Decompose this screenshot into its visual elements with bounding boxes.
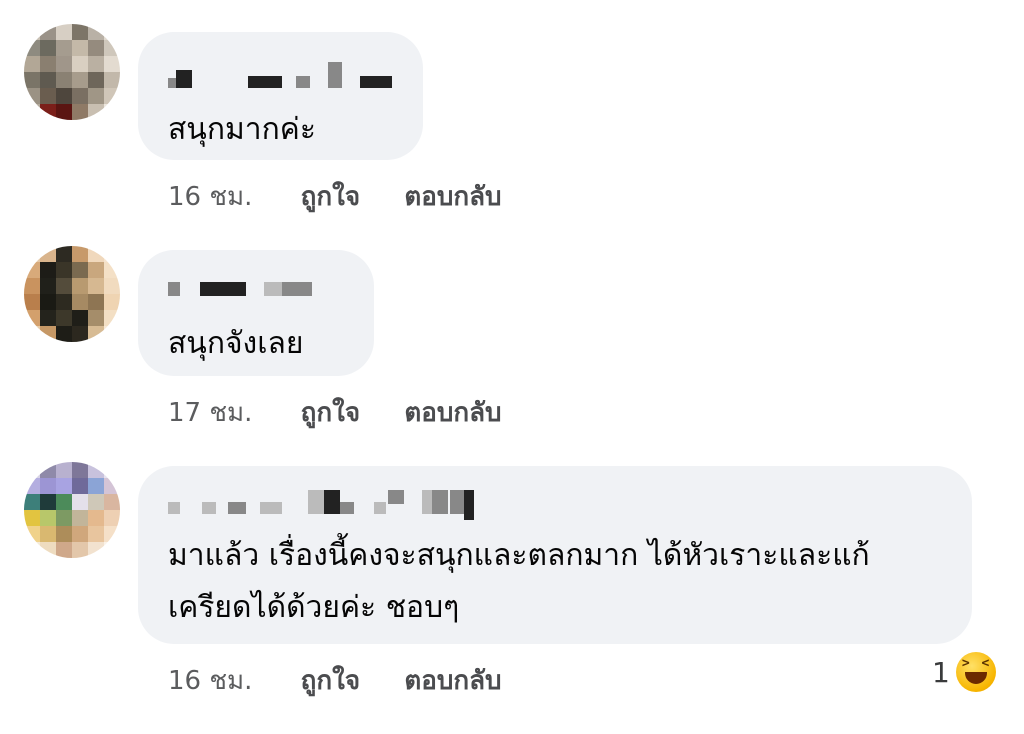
like-button[interactable]: ถูกใจ	[301, 666, 360, 696]
comment-actions: 16 ชม. ถูกใจ ตอบกลับ	[168, 660, 502, 701]
comment-bubble: มาแล้ว เรื่องนี้คงจะสนุกและตลกมาก ได้หัว…	[138, 466, 972, 644]
reply-button[interactable]: ตอบกลับ	[404, 182, 501, 212]
like-button[interactable]: ถูกใจ	[301, 398, 360, 428]
comment-time[interactable]: 17 ชม.	[168, 398, 252, 428]
comment-actions: 16 ชม. ถูกใจ ตอบกลับ	[168, 176, 502, 217]
comment-text: สนุกจังเลย	[168, 326, 304, 361]
comment-bubble: สนุกมากค่ะ	[138, 32, 423, 160]
reaction-summary[interactable]: 1	[932, 652, 996, 692]
avatar[interactable]	[24, 24, 120, 120]
comment-time[interactable]: 16 ชม.	[168, 182, 252, 212]
comment-bubble: สนุกจังเลย	[138, 250, 374, 376]
comment-time[interactable]: 16 ชม.	[168, 666, 252, 696]
reply-button[interactable]: ตอบกลับ	[404, 398, 501, 428]
comment-text-line-2: เครียดได้ด้วยค่ะ ชอบๆ	[168, 590, 460, 625]
comment-text: สนุกมากค่ะ	[168, 112, 316, 147]
avatar[interactable]	[24, 246, 120, 342]
comment-text-line-1: มาแล้ว เรื่องนี้คงจะสนุกและตลกมาก ได้หัว…	[168, 538, 870, 573]
laughing-emoji-icon	[955, 652, 996, 692]
reply-button[interactable]: ตอบกลับ	[404, 666, 501, 696]
reaction-count: 1	[932, 655, 950, 689]
avatar[interactable]	[24, 462, 120, 558]
comment-actions: 17 ชม. ถูกใจ ตอบกลับ	[168, 392, 502, 433]
like-button[interactable]: ถูกใจ	[301, 182, 360, 212]
